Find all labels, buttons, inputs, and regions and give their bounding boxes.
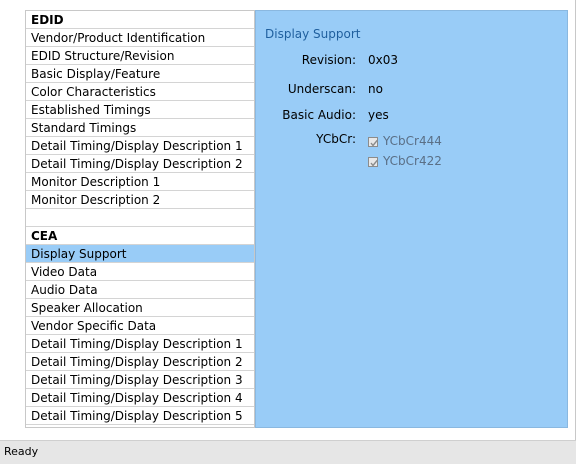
tree-item-edid-detail-timing-1[interactable]: Detail Timing/Display Description 1	[26, 137, 254, 155]
checkmark-icon	[370, 139, 378, 147]
status-bar: Ready	[0, 440, 576, 464]
tree-item-display-support[interactable]: Display Support	[26, 245, 254, 263]
main-window: EDID Vendor/Product Identification EDID …	[0, 0, 576, 440]
display-support-panel: Display Support Revision: 0x03 Underscan…	[255, 10, 568, 428]
checkmark-icon	[370, 159, 378, 167]
basic-audio-label: Basic Audio:	[282, 108, 356, 122]
underscan-label: Underscan:	[287, 82, 356, 96]
tree-item-basic-display[interactable]: Basic Display/Feature	[26, 65, 254, 83]
tree-item-edid-detail-timing-2[interactable]: Detail Timing/Display Description 2	[26, 155, 254, 173]
edid-tree-list[interactable]: EDID Vendor/Product Identification EDID …	[25, 10, 255, 428]
tree-item-monitor-description-2[interactable]: Monitor Description 2	[26, 191, 254, 209]
revision-value: 0x03	[368, 53, 399, 67]
basic-audio-value: yes	[368, 108, 389, 122]
status-text: Ready	[4, 445, 39, 458]
tree-item-cea-detail-timing-1[interactable]: Detail Timing/Display Description 1	[26, 335, 254, 353]
tree-item-speaker-allocation[interactable]: Speaker Allocation	[26, 299, 254, 317]
ycbcr422-label: YCbCr422	[383, 154, 442, 168]
tree-item-cea-detail-timing-5[interactable]: Detail Timing/Display Description 5	[26, 407, 254, 425]
edid-section-header: EDID	[26, 11, 254, 29]
tree-item-cea-detail-timing-4[interactable]: Detail Timing/Display Description 4	[26, 389, 254, 407]
tree-item-vendor-specific-data[interactable]: Vendor Specific Data	[26, 317, 254, 335]
revision-label: Revision:	[301, 53, 356, 67]
tree-item-video-data[interactable]: Video Data	[26, 263, 254, 281]
tree-item-vendor-product[interactable]: Vendor/Product Identification	[26, 29, 254, 47]
tree-item-audio-data[interactable]: Audio Data	[26, 281, 254, 299]
cea-section-header: CEA	[26, 227, 254, 245]
tree-item-established-timings[interactable]: Established Timings	[26, 101, 254, 119]
tree-item-edid-structure[interactable]: EDID Structure/Revision	[26, 47, 254, 65]
tree-item-color-characteristics[interactable]: Color Characteristics	[26, 83, 254, 101]
tree-item-monitor-description-1[interactable]: Monitor Description 1	[26, 173, 254, 191]
underscan-value: no	[368, 82, 383, 96]
tree-spacer-row	[26, 209, 254, 227]
tree-item-cea-detail-timing-2[interactable]: Detail Timing/Display Description 2	[26, 353, 254, 371]
ycbcr444-label: YCbCr444	[383, 134, 442, 148]
panel-title: Display Support	[265, 27, 361, 41]
ycbcr422-checkbox	[368, 157, 378, 167]
ycbcr444-checkbox	[368, 137, 378, 147]
tree-item-standard-timings[interactable]: Standard Timings	[26, 119, 254, 137]
ycbcr-label: YCbCr:	[316, 132, 356, 146]
tree-item-cea-detail-timing-3[interactable]: Detail Timing/Display Description 3	[26, 371, 254, 389]
